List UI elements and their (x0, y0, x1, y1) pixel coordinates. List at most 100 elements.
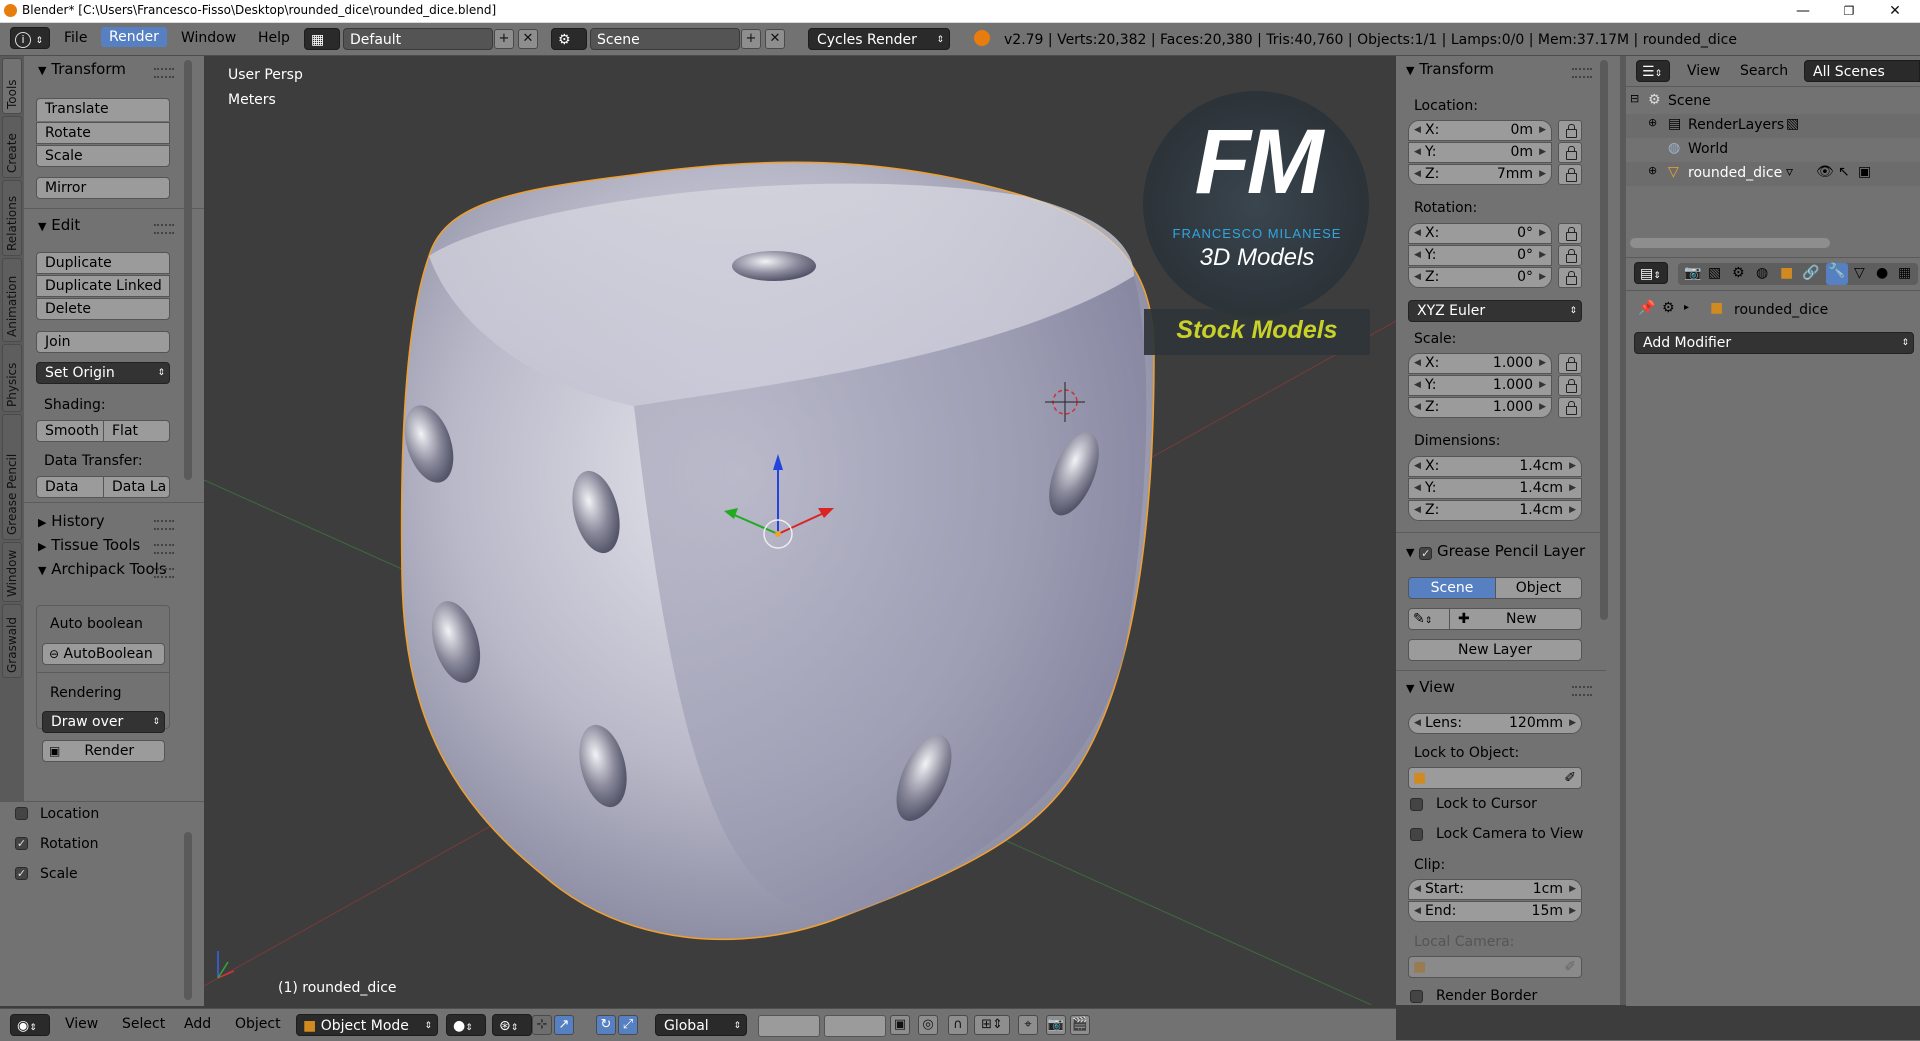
expand-icon[interactable]: ⊕ (1648, 164, 1657, 177)
join-button[interactable]: Join (36, 331, 170, 353)
screen-layout-field[interactable]: Default (343, 28, 493, 50)
duplicate-button[interactable]: Duplicate (36, 252, 170, 274)
translate-button[interactable]: Translate (36, 98, 170, 121)
render-engine-dropdown[interactable]: Cycles Render ⇕ (808, 28, 950, 50)
lock-rotation-y-icon[interactable] (1558, 245, 1582, 266)
tab-grease-pencil[interactable]: Grease Pencil (2, 414, 22, 540)
modifiers-tab-icon[interactable]: 🔧 (1826, 263, 1848, 285)
scale-z-field[interactable]: ◀ Z: 1.000 ▶ (1408, 397, 1552, 418)
outliner-row-rounded-dice[interactable]: ⊕ ▽ rounded_dice ▿ 👁 ↖ ▣ (1626, 162, 1920, 186)
delete-scene-button[interactable]: ✕ (765, 29, 785, 49)
3d-viewport[interactable]: User Persp Meters (1) rounded_dice FM FR… (204, 56, 1396, 1005)
local-camera-field[interactable]: ■ ✐ (1408, 956, 1582, 978)
draw-over-dropdown[interactable]: Draw over ⇕ (42, 711, 165, 733)
location-y-field[interactable]: ◀ Y: 0m ▶ (1408, 142, 1552, 163)
dimensions-y-field[interactable]: ◀ Y: 1.4cm ▶ (1408, 478, 1582, 499)
lock-to-cursor-checkbox[interactable] (1410, 798, 1423, 811)
gp-pencil-button[interactable]: ✎⇕ (1408, 608, 1450, 630)
lens-field[interactable]: ◀ Lens: 120mm ▶ (1408, 713, 1582, 734)
drag-grip-icon[interactable] (154, 568, 174, 578)
scene-tab-icon[interactable]: ⚙ (1732, 265, 1745, 281)
lock-scale-x-icon[interactable] (1558, 353, 1582, 374)
render-still-button[interactable]: 📷 (1046, 1015, 1066, 1035)
close-button[interactable]: ✕ (1872, 0, 1918, 22)
texture-tab-icon[interactable]: ▦ (1898, 265, 1911, 281)
transform-n-header[interactable]: ▼ Transform (1406, 60, 1494, 78)
snap-target-button[interactable]: ⌖ (1018, 1015, 1038, 1035)
autoboolean-button[interactable]: ⊖ AutoBoolean (42, 643, 165, 665)
dimensions-x-field[interactable]: ◀ X: 1.4cm ▶ (1408, 456, 1582, 477)
cursor-select-icon[interactable]: ↖ (1838, 164, 1850, 180)
location-z-field[interactable]: ◀ Z: 7mm ▶ (1408, 164, 1552, 185)
data-layout-button[interactable]: Data La (103, 476, 170, 498)
mirror-button[interactable]: Mirror (36, 177, 170, 199)
proportional-editing-button[interactable]: ◎ (918, 1015, 938, 1035)
lock-scale-y-icon[interactable] (1558, 375, 1582, 396)
drag-grip-icon[interactable] (1572, 686, 1592, 696)
menu-window[interactable]: Window (181, 30, 236, 46)
editor-type-button[interactable]: i ⇕ (10, 27, 50, 49)
properties-editor-type[interactable]: ▤⇕ (1634, 262, 1668, 284)
lock-location-z-icon[interactable] (1558, 164, 1582, 185)
menu-render[interactable]: Render (101, 27, 167, 47)
flat-button[interactable]: Flat (103, 420, 170, 442)
tab-animation[interactable]: Animation (2, 258, 22, 342)
transform-orientation-dropdown[interactable]: Global ⇕ (655, 1014, 747, 1036)
editor-type-3dview[interactable]: ◉⇕ (10, 1014, 50, 1036)
menu-view[interactable]: View (65, 1016, 98, 1032)
outliner-hscrollbar[interactable] (1630, 238, 1830, 248)
translate-manipulator[interactable]: ↗ (554, 1015, 574, 1035)
render-layers-tab-icon[interactable]: ▧ (1708, 265, 1721, 281)
maximize-button[interactable]: ❐ (1826, 0, 1872, 22)
outliner-display-filter[interactable]: All Scenes (1804, 60, 1920, 82)
menu-select[interactable]: Select (122, 1016, 165, 1032)
render-tab-icon[interactable]: 📷 (1684, 265, 1701, 281)
location-checkbox[interactable] (15, 807, 28, 820)
tools-scrollbar[interactable] (184, 60, 192, 480)
interaction-mode-dropdown[interactable]: ■ Object Mode ⇕ (296, 1014, 438, 1036)
gp-object-toggle[interactable]: Object (1495, 577, 1582, 599)
render-button[interactable]: ▣ Render (42, 740, 165, 762)
dimensions-z-field[interactable]: ◀ Z: 1.4cm ▶ (1408, 500, 1582, 521)
drag-grip-icon[interactable] (154, 224, 174, 234)
scale-button[interactable]: Scale (36, 145, 170, 167)
gp-scene-toggle[interactable]: Scene (1408, 577, 1496, 599)
data-tab-icon[interactable]: ▽ (1854, 265, 1865, 281)
world-tab-icon[interactable]: ◍ (1756, 265, 1768, 281)
data-button[interactable]: Data (36, 476, 104, 498)
lock-rotation-z-icon[interactable] (1558, 267, 1582, 288)
view-panel-header[interactable]: ▼ View (1406, 678, 1455, 696)
add-layout-button[interactable]: + (494, 29, 514, 49)
rotation-y-field[interactable]: ◀ Y: 0° ▶ (1408, 245, 1552, 266)
menu-add[interactable]: Add (184, 1016, 211, 1032)
lock-location-x-icon[interactable] (1558, 120, 1582, 141)
camera-render-icon[interactable]: ▣ (1858, 164, 1871, 180)
constraints-tab-icon[interactable]: 🔗 (1802, 265, 1819, 281)
tab-physics[interactable]: Physics (2, 344, 22, 412)
scale-y-field[interactable]: ◀ Y: 1.000 ▶ (1408, 375, 1552, 396)
scale-x-field[interactable]: ◀ X: 1.000 ▶ (1408, 353, 1552, 374)
scale-checkbox[interactable]: ✓ (15, 867, 28, 880)
collapse-icon[interactable]: ⊟ (1630, 92, 1639, 105)
rotate-button[interactable]: Rotate (36, 122, 170, 144)
expand-icon[interactable]: ⊕ (1648, 116, 1657, 129)
menu-file[interactable]: File (64, 30, 87, 46)
eye-icon[interactable]: 👁 (1816, 164, 1834, 180)
tab-graswald[interactable]: Graswald (2, 604, 22, 678)
scale-manipulator[interactable]: ⤢ (618, 1015, 638, 1035)
object-tab-icon[interactable]: ■ (1780, 265, 1793, 281)
rotation-checkbox[interactable]: ✓ (15, 837, 28, 850)
lock-camera-checkbox[interactable] (1410, 828, 1423, 841)
drag-grip-icon[interactable] (154, 544, 174, 554)
set-origin-dropdown[interactable]: Set Origin ⇕ (36, 362, 170, 384)
drag-grip-icon[interactable] (1572, 68, 1592, 78)
duplicate-linked-button[interactable]: Duplicate Linked (36, 275, 170, 297)
outliner-row-scene[interactable]: ⊟ ⚙ Scene (1626, 90, 1920, 114)
history-panel-header[interactable]: ▶ History (38, 512, 105, 530)
outliner-row-world[interactable]: ◍ World (1626, 138, 1920, 162)
render-border-checkbox[interactable] (1410, 990, 1423, 1003)
viewport-shading-dropdown[interactable]: ●⇕ (446, 1014, 486, 1036)
tab-create[interactable]: Create (2, 116, 22, 178)
drag-grip-icon[interactable] (154, 68, 174, 78)
grease-pencil-layer-header[interactable]: ▼ ✓ Grease Pencil Layer (1406, 542, 1606, 560)
